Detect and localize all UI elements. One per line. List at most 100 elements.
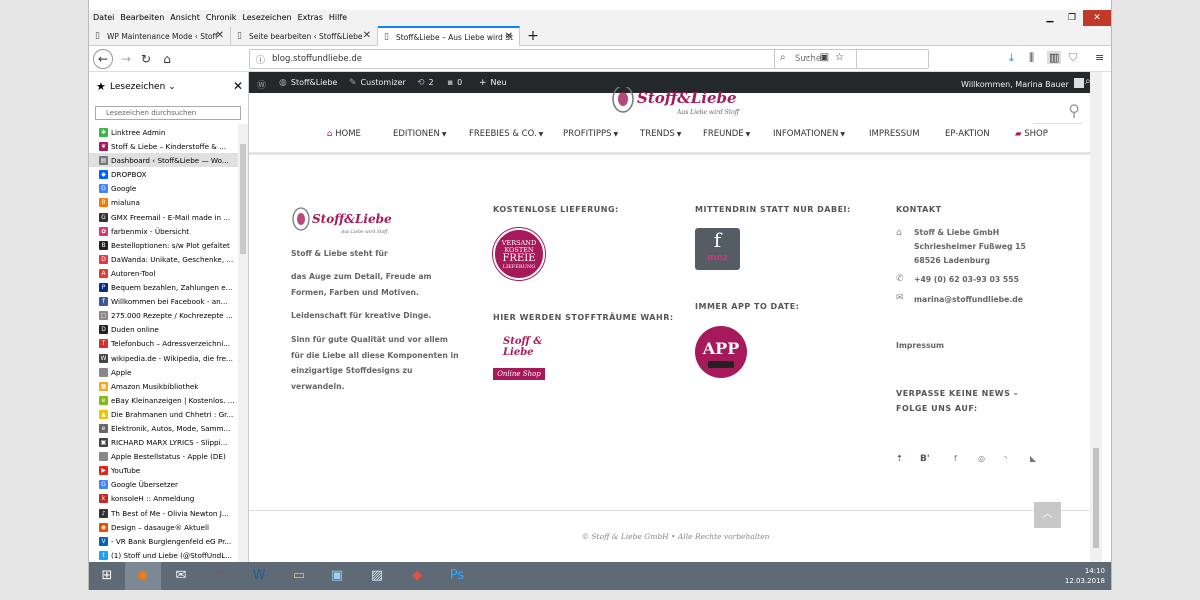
word-icon[interactable]: W (241, 562, 277, 590)
online-shop-logo[interactable]: Stoff & Liebe Online Shop (493, 336, 545, 384)
twitter-icon[interactable]: ◣ (1030, 454, 1036, 463)
display-icon[interactable]: ▣ (319, 562, 355, 590)
bookmark-item[interactable]: D Duden online (89, 322, 239, 336)
bookmark-item[interactable]: ▦ Amazon Musikbibliothek (89, 379, 239, 393)
app-icon[interactable]: ◜ (201, 562, 237, 590)
shield-icon[interactable]: ⛉ (1069, 51, 1077, 65)
bookmark-item[interactable]: ▶ YouTube (89, 463, 239, 477)
hamburger-menu-icon[interactable]: ≡ (1095, 51, 1104, 64)
bookmark-item[interactable]: ❦ Stoff & Liebe – Kinderstoffe & ... (89, 139, 239, 153)
rss-icon[interactable]: ◝ (1004, 454, 1007, 463)
bookmark-item[interactable]: P Bequem bezahlen, Zahlungen e... (89, 280, 239, 294)
search-input[interactable]: ⌕ Suchen (774, 49, 929, 69)
bookmark-item[interactable]: ◆ DROPBOX (89, 167, 239, 181)
bookmark-item[interactable]: ✱ Linktree Admin (89, 125, 239, 139)
account-link[interactable]: Willkommen, Marina Bauer (961, 78, 1085, 89)
photoshop-icon[interactable]: Ps (439, 562, 475, 590)
bookmark-item[interactable]: D DaWanda: Unikate, Geschenke, ... (89, 252, 239, 266)
bookmark-item[interactable]: V- VR Bank Burglengenfeld eG Pr... (89, 534, 239, 548)
bookmark-item[interactable]: Apple (89, 365, 239, 379)
menu-extras[interactable]: Extras (294, 10, 325, 22)
photos-icon[interactable]: ▨ (359, 562, 395, 590)
nav-shop[interactable]: ▰ SHOP (1015, 129, 1048, 139)
back-button[interactable]: ← (93, 49, 113, 69)
site-search-icon[interactable]: ⚲ (1068, 101, 1080, 120)
nav-freunde[interactable]: FREUNDE ▼ (703, 129, 750, 139)
bookmark-item[interactable]: ▢ 275.000 Rezepte / Kochrezepte ... (89, 308, 239, 322)
nav-editionen[interactable]: EDITIONEN ▼ (393, 129, 447, 139)
bookmark-item[interactable]: G Google (89, 181, 239, 195)
email-link[interactable]: marina@stoffundliebe.de (914, 292, 1023, 308)
close-tab-icon[interactable]: ✕ (216, 30, 224, 41)
site-logo[interactable]: Stoff&Liebe Aus Liebe wird Stoff (609, 87, 749, 121)
nav-infomationen[interactable]: INFOMATIONEN ▼ (773, 129, 845, 139)
bookmark-item[interactable]: Bmialuna (89, 195, 239, 209)
new-content-link[interactable]: + Neu (479, 78, 507, 88)
close-icon[interactable]: ✕ (233, 79, 243, 93)
bookmark-item[interactable]: e Elektronik, Autos, Mode, Samm... (89, 421, 239, 435)
bookmark-item[interactable]: ▲ Die Brahmanen und Chhetri : Gr... (89, 407, 239, 421)
bookmark-item[interactable]: G GMX Freemail - E-Mail made in ... (89, 210, 239, 224)
bookmark-item[interactable]: G Google Übersetzer (89, 477, 239, 491)
reload-button[interactable]: ↻ (137, 50, 155, 68)
tab-stoff-liebe[interactable]: ▯ Stoff&Liebe – Aus Liebe wird St ✕ (378, 26, 520, 47)
bookmark-item[interactable]: Wwikipedia.de - Wikipedia, die fre... (89, 351, 239, 365)
tab-edit-page[interactable]: ▯ Seite bearbeiten ‹ Stoff&Liebe ✕ (231, 27, 378, 46)
scroll-thumb[interactable] (240, 144, 246, 254)
linktree-icon[interactable]: ⇡ (896, 454, 903, 463)
page-scrollbar[interactable] (1090, 72, 1102, 562)
menu-lesezeichen[interactable]: Lesezeichen (238, 10, 293, 22)
scroll-to-top-button[interactable]: ︿ (1034, 502, 1061, 528)
close-window-button[interactable]: ✕ (1083, 10, 1111, 26)
bookmark-item[interactable]: B Bestelloptionen: s/w Plot gefaltet (89, 238, 239, 252)
nav-trends[interactable]: TRENDS ▼ (640, 129, 681, 139)
new-tab-button[interactable]: + (522, 27, 544, 46)
sidebar-scrollbar[interactable] (238, 124, 248, 562)
explorer-icon[interactable]: ▭ (281, 562, 317, 590)
menu-datei[interactable]: Datei (89, 10, 116, 22)
nav-profitipps[interactable]: PROFITIPPS ▼ (563, 129, 618, 139)
page-scroll-thumb[interactable] (1093, 448, 1099, 548)
bookmark-item[interactable]: e eBay Kleinanzeigen | Kostenlos. ... (89, 393, 239, 407)
download-icon[interactable]: ⤓ (1009, 51, 1014, 65)
forward-button[interactable]: → (117, 50, 135, 68)
paint-icon[interactable]: ◆ (399, 562, 435, 590)
firefox-icon[interactable]: ◉ (125, 562, 161, 590)
bookmark-item[interactable]: ▤ Dashboard ‹ Stoff&Liebe — Wo... (89, 153, 239, 168)
close-tab-icon[interactable]: ✕ (505, 31, 513, 42)
wordpress-icon[interactable]: Ⓦ (257, 78, 270, 91)
free-shipping-badge[interactable]: VERSAND KOSTEN FREIE LIEFERUNG (493, 228, 545, 280)
instagram-icon[interactable]: ◎ (978, 454, 985, 463)
sidebar-toggle-icon[interactable]: ▥ (1047, 51, 1062, 64)
app-badge[interactable]: APP (695, 326, 747, 378)
tab-maintenance[interactable]: ▯ WP Maintenance Mode ‹ Stoff ✕ (89, 27, 231, 46)
bookmark-item[interactable]: t (1) Stoff und Liebe (@StoffUndL... (89, 548, 239, 562)
bloglovin-icon[interactable]: B' (920, 454, 930, 464)
library-icon[interactable]: ⫼ (1029, 51, 1034, 65)
menu-hilfe[interactable]: Hilfe (325, 10, 349, 22)
bookmark-item[interactable]: ♪ Th Best of Me - Olivia Newton J... (89, 506, 239, 520)
sidebar-header[interactable]: ★ Lesezeichen ⌄ ✕ (89, 72, 249, 100)
info-icon[interactable]: ⓘ (256, 53, 265, 66)
bookmark-item[interactable]: T Telefonbuch – Adressverzeichni... (89, 336, 239, 350)
menu-bearbeiten[interactable]: Bearbeiten (116, 10, 166, 22)
bookmark-item[interactable]: ▣ RICHARD MARX LYRICS - Slippi... (89, 435, 239, 449)
nav-freebies[interactable]: FREEBIES & CO. ▼ (469, 129, 543, 139)
home-button[interactable]: ⌂ (158, 50, 176, 68)
nav-ep-aktion[interactable]: EP-AKTION (945, 129, 990, 139)
bookmark-item[interactable]: ✿ farbenmix - Übersicht (89, 224, 239, 238)
nav-home[interactable]: ⌂ HOME (327, 129, 361, 139)
comments-link[interactable]: ▪ 0 (447, 78, 462, 88)
menu-chronik[interactable]: Chronik (202, 10, 239, 22)
system-tray[interactable]: 14:10 12.03.2018 (1065, 566, 1105, 586)
updates-link[interactable]: ⟲ 2 (417, 78, 434, 88)
customizer-link[interactable]: ✎ Customizer (349, 78, 406, 88)
facebook-icon[interactable]: f (954, 454, 957, 463)
bookmark-item[interactable]: Apple Bestellstatus - Apple (DE) (89, 449, 239, 463)
bookmark-search-input[interactable]: Lesezeichen durchsuchen (95, 106, 241, 120)
bookmark-item[interactable]: f Willkommen bei Facebook - an... (89, 294, 239, 308)
close-tab-icon[interactable]: ✕ (363, 30, 371, 41)
bookmark-item[interactable]: ◉ Design – dasauge® Aktuell (89, 520, 239, 534)
mnz-logo[interactable]: f mnz (695, 228, 740, 270)
restore-button[interactable]: ❐ (1061, 10, 1083, 26)
